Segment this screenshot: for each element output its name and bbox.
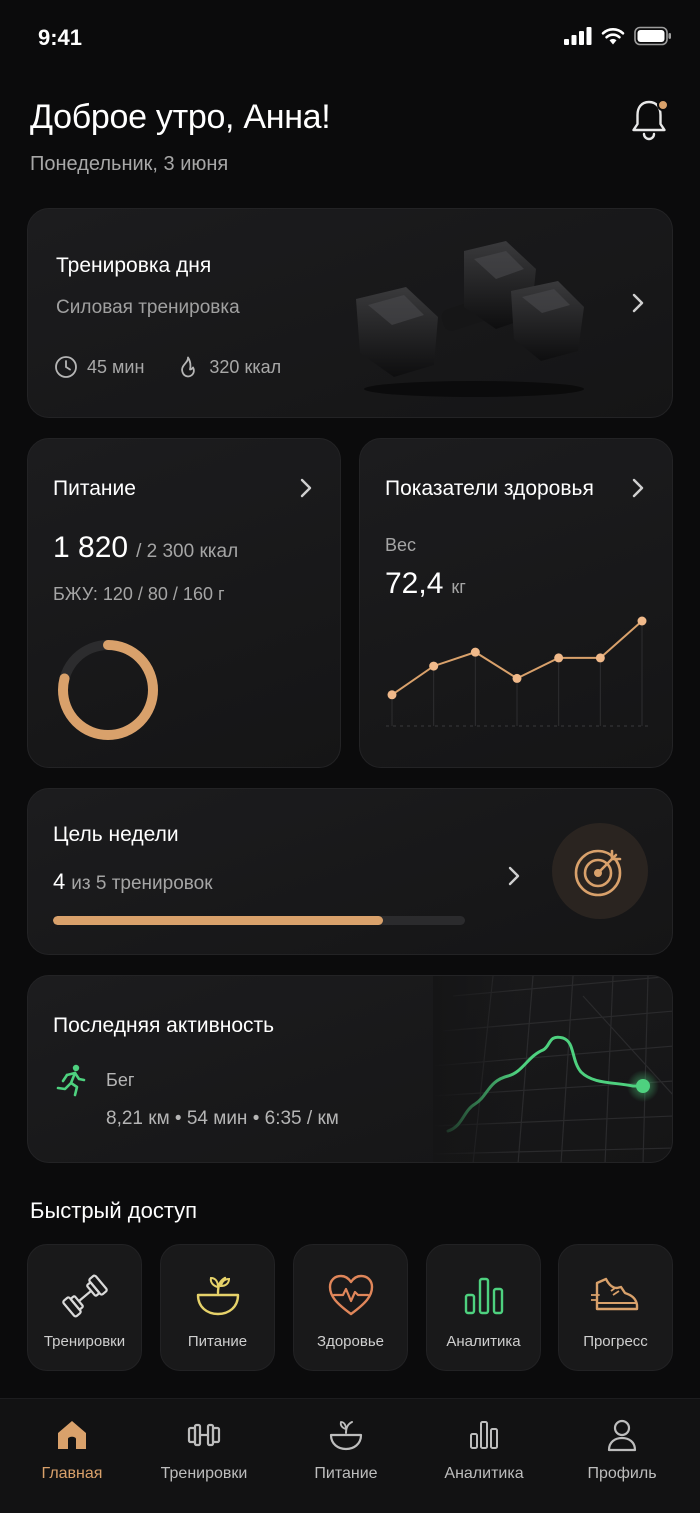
wifi-icon [601, 28, 625, 45]
goal-count: 4 [53, 869, 66, 894]
nutrition-title: Питание [53, 477, 136, 500]
weight-trend-point [637, 616, 647, 626]
activity-title: Последняя активность [53, 1014, 275, 1037]
chevron-right-icon [632, 478, 644, 498]
quick-access-label: Прогресс [583, 1333, 648, 1350]
heart-pulse-icon [328, 1274, 374, 1316]
quick-access-row: Тренировки Питание Здоровье Аналитика Пр… [27, 1244, 673, 1371]
workout-meta: 45 мин 320 ккал [54, 355, 313, 379]
goal-of-text: из 5 тренировок [71, 873, 213, 894]
calories-meta: 320 ккал [176, 355, 281, 379]
notification-dot [657, 99, 669, 111]
quick-access-progress[interactable]: Прогресс [558, 1244, 673, 1371]
calorie-ring [58, 640, 158, 740]
weight-label: Вес [385, 535, 417, 555]
nav-analytics[interactable]: Аналитика [414, 1417, 554, 1483]
chevron-right-icon [508, 866, 520, 886]
status-time: 9:41 [38, 25, 83, 50]
health-metrics-card[interactable]: Показатели здоровья Вес 72,4 кг [359, 438, 673, 768]
clock-icon [55, 356, 77, 378]
nav-label: Тренировки [160, 1465, 248, 1482]
bar-chart-icon [464, 1277, 504, 1315]
quick-access-title: Быстрый доступ [30, 1198, 198, 1223]
user-icon [607, 1419, 637, 1452]
workout-calories: 320 ккал [209, 356, 282, 377]
nav-workouts[interactable]: Тренировки [134, 1417, 274, 1483]
activity-type: Бег [106, 1070, 135, 1090]
quick-access-label: Аналитика [446, 1333, 521, 1350]
quick-access-label: Питание [187, 1333, 248, 1350]
nav-nutrition[interactable]: Питание [276, 1417, 416, 1483]
calories-summary: 1 820 / 2 300 ккал [53, 531, 238, 565]
dumbbell-icon [187, 1423, 221, 1447]
signal-icon [564, 27, 592, 45]
chevron-right-icon [300, 478, 312, 498]
greeting-title: Доброе утро, Анна! [30, 98, 331, 136]
nutrition-card[interactable]: Питание 1 820 / 2 300 ккал БЖУ: 120 / 80… [27, 438, 341, 768]
running-icon [56, 1064, 86, 1097]
weight-readout: 72,4 кг [385, 567, 466, 601]
goal-progress-bar [53, 916, 465, 925]
calories-target: / 2 300 ккал [136, 541, 239, 562]
last-activity-card[interactable]: Последняя активность Бег 8,21 км • 54 ми… [27, 975, 673, 1163]
quick-access-label: Тренировки [43, 1333, 126, 1350]
quick-access-nutrition[interactable]: Питание [160, 1244, 275, 1371]
weight-unit: кг [451, 577, 466, 597]
flame-icon [181, 356, 196, 378]
activity-stats: 8,21 км • 54 мин • 6:35 / км [106, 1108, 339, 1129]
weight-trend-point [470, 647, 480, 657]
nav-label: Главная [41, 1465, 103, 1482]
goal-progress-text: 4 из 5 тренировок [53, 869, 213, 895]
battery-icon [634, 26, 671, 46]
nav-profile[interactable]: Профиль [552, 1417, 692, 1483]
nav-label: Питание [314, 1465, 378, 1482]
weekly-goal-card[interactable]: Цель недели 4 из 5 тренировок [27, 788, 673, 955]
quick-access-label: Здоровье [317, 1333, 384, 1350]
quick-access-health[interactable]: Здоровье [293, 1244, 408, 1371]
target-icon [574, 849, 622, 897]
quick-access-workouts[interactable]: Тренировки [27, 1244, 142, 1371]
health-title: Показатели здоровья [385, 477, 594, 500]
weight-trend-point [595, 653, 605, 663]
bowl-icon [196, 1276, 240, 1316]
weight-trend-point [429, 661, 439, 671]
chevron-right-icon [632, 293, 644, 313]
goal-title: Цель недели [53, 823, 179, 846]
home-icon [58, 1421, 86, 1449]
weight-trend-point [512, 673, 522, 683]
weight-trend-chart [386, 616, 650, 727]
nav-home[interactable]: Главная [2, 1417, 142, 1483]
calories-consumed: 1 820 [53, 531, 129, 564]
bottom-navigation: Главная Тренировки Питание Аналитика Про… [0, 1398, 700, 1513]
weight-trend-point [387, 690, 397, 700]
weight-trend-point [554, 653, 564, 663]
sneaker-icon [591, 1277, 639, 1311]
macros-text: БЖУ: 120 / 80 / 160 г [53, 584, 225, 604]
bowl-icon [329, 1421, 363, 1451]
workout-title: Тренировка дня [56, 254, 212, 277]
goal-progress-fill [53, 916, 383, 925]
weight-value: 72,4 [385, 567, 444, 600]
route-map [433, 976, 672, 1162]
nav-label: Аналитика [444, 1465, 524, 1482]
status-icons [564, 26, 672, 46]
date-subtitle: Понедельник, 3 июня [30, 153, 229, 175]
workout-of-day-card[interactable]: Тренировка дня Силовая тренировка 45 мин… [27, 208, 673, 418]
nav-label: Профиль [587, 1465, 657, 1482]
dumbbell-icon [62, 1274, 108, 1318]
workout-duration: 45 мин [87, 356, 145, 377]
quick-access-analytics[interactable]: Аналитика [426, 1244, 541, 1371]
target-badge [552, 823, 648, 919]
duration-meta: 45 мин [54, 355, 144, 379]
status-bar: 9:41 [0, 0, 700, 80]
bar-chart-icon [470, 1421, 498, 1449]
workout-subtitle: Силовая тренировка [56, 297, 240, 318]
dumbbell-image [356, 241, 584, 397]
